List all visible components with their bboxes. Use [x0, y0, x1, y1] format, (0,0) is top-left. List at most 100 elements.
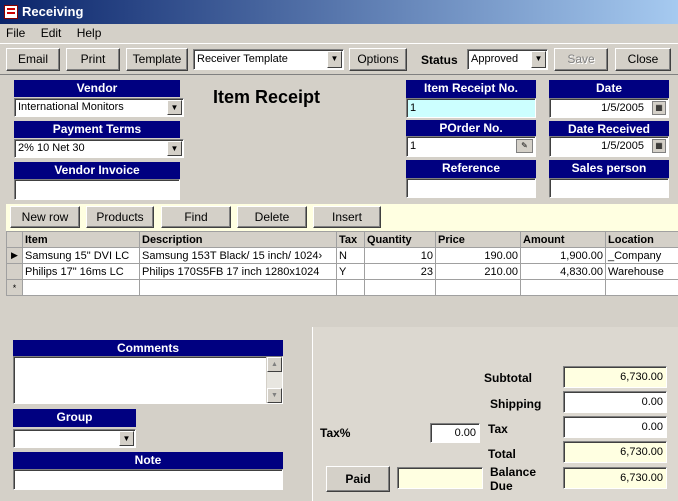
scroll-down-icon[interactable]: ▼ — [267, 388, 282, 403]
column-header-item[interactable]: Item — [22, 231, 140, 248]
calendar-icon[interactable]: ▦ — [652, 101, 666, 115]
vendor-select[interactable]: International Monitors ▼ — [14, 98, 184, 117]
status-select[interactable]: Approved ▼ — [467, 49, 548, 70]
shipping-field[interactable]: 0.00 — [563, 391, 667, 413]
payment-terms-label: Payment Terms — [14, 121, 180, 138]
scroll-up-icon[interactable]: ▲ — [267, 357, 282, 372]
column-header-tax[interactable]: Tax — [336, 231, 365, 248]
page-title: Item Receipt — [213, 87, 321, 107]
cell-quantity[interactable]: 10 — [364, 247, 436, 264]
table-row[interactable]: ▶ Samsung 15" DVI LC Samsung 153T Black/… — [6, 247, 678, 264]
salesperson-field[interactable] — [549, 178, 669, 198]
template-button[interactable]: Template — [126, 48, 188, 71]
comments-scrollbar[interactable]: ▲ ▼ — [266, 357, 282, 403]
paid-field[interactable] — [397, 467, 483, 489]
cell-price[interactable]: 190.00 — [435, 247, 521, 264]
date-field[interactable]: 1/5/2005 ▦ — [549, 98, 669, 118]
salesperson-label: Sales person — [549, 160, 669, 178]
cell-amount[interactable]: 4,830.00 — [520, 263, 606, 280]
menu-help[interactable]: Help — [71, 24, 108, 42]
cell-amount[interactable]: 1,900.00 — [520, 247, 606, 264]
porder-no-label: POrder No. — [406, 120, 536, 136]
shipping-label: Shipping — [490, 397, 542, 411]
menu-file[interactable]: File — [0, 24, 31, 42]
products-button[interactable]: Products — [86, 206, 154, 228]
cell-description[interactable]: Samsung 153T Black/ 15 inch/ 1024› — [139, 247, 337, 264]
note-field[interactable] — [13, 469, 283, 490]
app-icon — [4, 5, 18, 19]
insert-button[interactable]: Insert — [313, 206, 381, 228]
payment-terms-value: 2% 10 Net 30 — [18, 142, 85, 154]
total-label: Total — [488, 447, 516, 461]
cell-tax[interactable] — [336, 279, 365, 296]
balance-label-line2: Due — [490, 479, 513, 493]
payment-terms-select[interactable]: 2% 10 Net 30 ▼ — [14, 139, 184, 158]
chevron-down-icon[interactable]: ▼ — [167, 141, 182, 156]
find-button[interactable]: Find — [161, 206, 231, 228]
paid-button[interactable]: Paid — [326, 466, 390, 492]
save-button[interactable]: Save — [554, 48, 608, 71]
menu-edit[interactable]: Edit — [35, 24, 68, 42]
cell-tax[interactable]: Y — [336, 263, 365, 280]
new-row-indicator[interactable]: * — [6, 279, 23, 296]
chevron-down-icon[interactable]: ▼ — [167, 100, 182, 115]
email-button[interactable]: Email — [6, 48, 60, 71]
porder-no-field[interactable]: 1 ✎ — [406, 136, 536, 157]
chevron-down-icon[interactable]: ▼ — [327, 51, 342, 68]
date-label: Date — [549, 80, 669, 98]
comments-field[interactable]: ▲ ▼ — [13, 356, 283, 404]
chevron-down-icon[interactable]: ▼ — [119, 431, 134, 446]
group-select[interactable]: ▼ — [13, 429, 136, 448]
row-selector[interactable] — [6, 263, 23, 280]
current-row-indicator[interactable]: ▶ — [6, 247, 23, 264]
chevron-down-icon[interactable]: ▼ — [531, 51, 546, 68]
column-header-amount[interactable]: Amount — [520, 231, 606, 248]
cell-tax[interactable]: N — [336, 247, 365, 264]
vendor-select-value: International Monitors — [18, 101, 124, 113]
cell-item[interactable]: Samsung 15" DVI LC — [22, 247, 140, 264]
delete-button[interactable]: Delete — [237, 206, 307, 228]
new-row-button[interactable]: New row — [10, 206, 80, 228]
cell-item[interactable] — [22, 279, 140, 296]
date-received-label: Date Received — [549, 121, 669, 137]
column-header-quantity[interactable]: Quantity — [364, 231, 436, 248]
cell-location[interactable]: _Company — [605, 247, 678, 264]
calendar-icon[interactable]: ▦ — [652, 139, 666, 153]
column-header-price[interactable]: Price — [435, 231, 521, 248]
cell-price[interactable]: 210.00 — [435, 263, 521, 280]
tax-field[interactable]: 0.00 — [563, 416, 667, 438]
item-receipt-no-field[interactable]: 1 — [406, 98, 536, 118]
template-select[interactable]: Receiver Template ▼ — [193, 49, 344, 70]
column-header-location[interactable]: Location — [605, 231, 678, 248]
toolbar: Email Print Template Receiver Template ▼… — [0, 43, 678, 75]
reference-label: Reference — [406, 160, 536, 178]
close-button[interactable]: Close — [615, 48, 671, 71]
line-items-grid: Item Description Tax Quantity Price Amou… — [6, 231, 678, 321]
cell-description[interactable]: Philips 170S5FB 17 inch 1280x1024 — [139, 263, 337, 280]
cell-quantity[interactable]: 23 — [364, 263, 436, 280]
date-received-field[interactable]: 1/5/2005 ▦ — [549, 136, 669, 157]
table-row[interactable]: Philips 17" 16ms LC Philips 170S5FB 17 i… — [6, 263, 678, 280]
subtotal-label: Subtotal — [484, 371, 532, 385]
date-value: 1/5/2005 — [601, 102, 644, 114]
new-table-row[interactable]: * — [6, 279, 678, 296]
cell-location[interactable]: Warehouse — [605, 263, 678, 280]
cell-amount[interactable] — [520, 279, 606, 296]
cell-location[interactable] — [605, 279, 678, 296]
tax-label: Tax — [488, 422, 508, 436]
window-title: Receiving — [22, 4, 84, 19]
note-label: Note — [13, 452, 283, 469]
tax-percent-field[interactable]: 0.00 — [430, 423, 480, 443]
cell-description[interactable] — [139, 279, 337, 296]
balance-due-label: Balance Due — [490, 465, 536, 493]
options-button[interactable]: Options — [349, 48, 407, 71]
print-button[interactable]: Print — [66, 48, 120, 71]
porder-no-value: 1 — [410, 140, 417, 152]
vendor-invoice-field[interactable] — [14, 179, 180, 200]
lookup-icon[interactable]: ✎ — [516, 139, 533, 153]
cell-quantity[interactable] — [364, 279, 436, 296]
cell-item[interactable]: Philips 17" 16ms LC — [22, 263, 140, 280]
cell-price[interactable] — [435, 279, 521, 296]
reference-field[interactable] — [406, 178, 536, 198]
column-header-description[interactable]: Description — [139, 231, 337, 248]
